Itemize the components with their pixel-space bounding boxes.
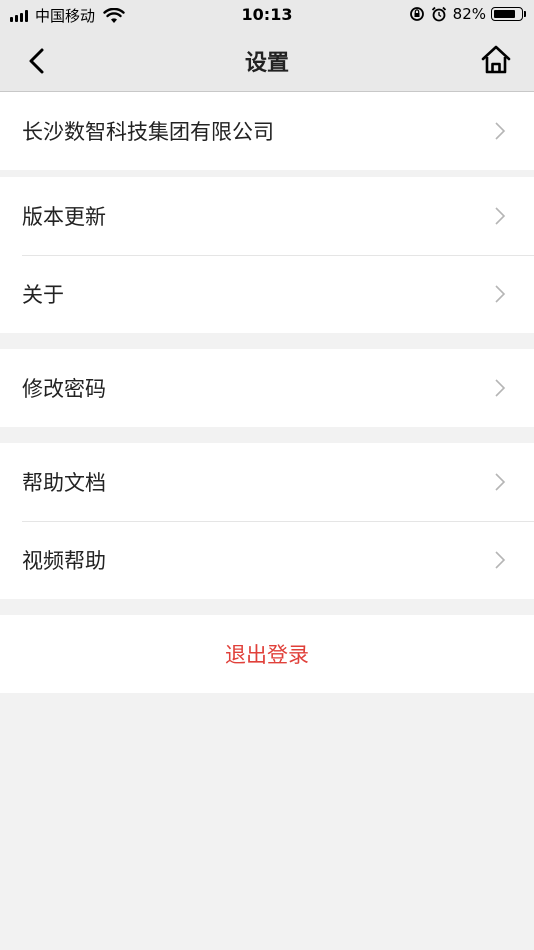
version-update-label: 版本更新 (22, 205, 106, 229)
video-help-row[interactable]: 视频帮助 (0, 521, 534, 599)
chevron-right-icon (495, 473, 506, 491)
battery-icon (491, 7, 523, 21)
app-info-group: 版本更新 关于 (0, 177, 534, 333)
orientation-lock-icon (409, 7, 424, 21)
alarm-icon (431, 6, 446, 22)
battery-tip (524, 11, 526, 17)
version-update-row[interactable]: 版本更新 (0, 177, 534, 255)
logout-button[interactable]: 退出登录 (0, 615, 534, 693)
chevron-right-icon (495, 379, 506, 397)
about-row[interactable]: 关于 (0, 255, 534, 333)
page-title: 设置 (244, 51, 289, 76)
about-label: 关于 (22, 283, 64, 307)
chevron-right-icon (495, 551, 506, 569)
status-bar: 中国移动 10:13 82% (0, 0, 534, 30)
battery-percent: 82% (452, 5, 486, 23)
change-password-label: 修改密码 (22, 377, 106, 401)
home-icon[interactable] (480, 44, 512, 76)
company-group: 长沙数智科技集团有限公司 (0, 92, 534, 170)
security-group: 修改密码 (0, 349, 534, 427)
logout-label: 退出登录 (225, 643, 309, 667)
help-docs-row[interactable]: 帮助文档 (0, 443, 534, 521)
chevron-right-icon (495, 207, 506, 225)
change-password-row[interactable]: 修改密码 (0, 349, 534, 427)
help-group: 帮助文档 视频帮助 (0, 443, 534, 599)
help-docs-label: 帮助文档 (22, 471, 106, 495)
status-right: 82% (409, 5, 526, 23)
chevron-right-icon (495, 122, 506, 140)
nav-bar: 设置 (0, 30, 534, 92)
video-help-label: 视频帮助 (22, 549, 106, 573)
company-row[interactable]: 长沙数智科技集团有限公司 (0, 92, 534, 170)
company-label: 长沙数智科技集团有限公司 (22, 120, 274, 144)
chevron-right-icon (495, 285, 506, 303)
